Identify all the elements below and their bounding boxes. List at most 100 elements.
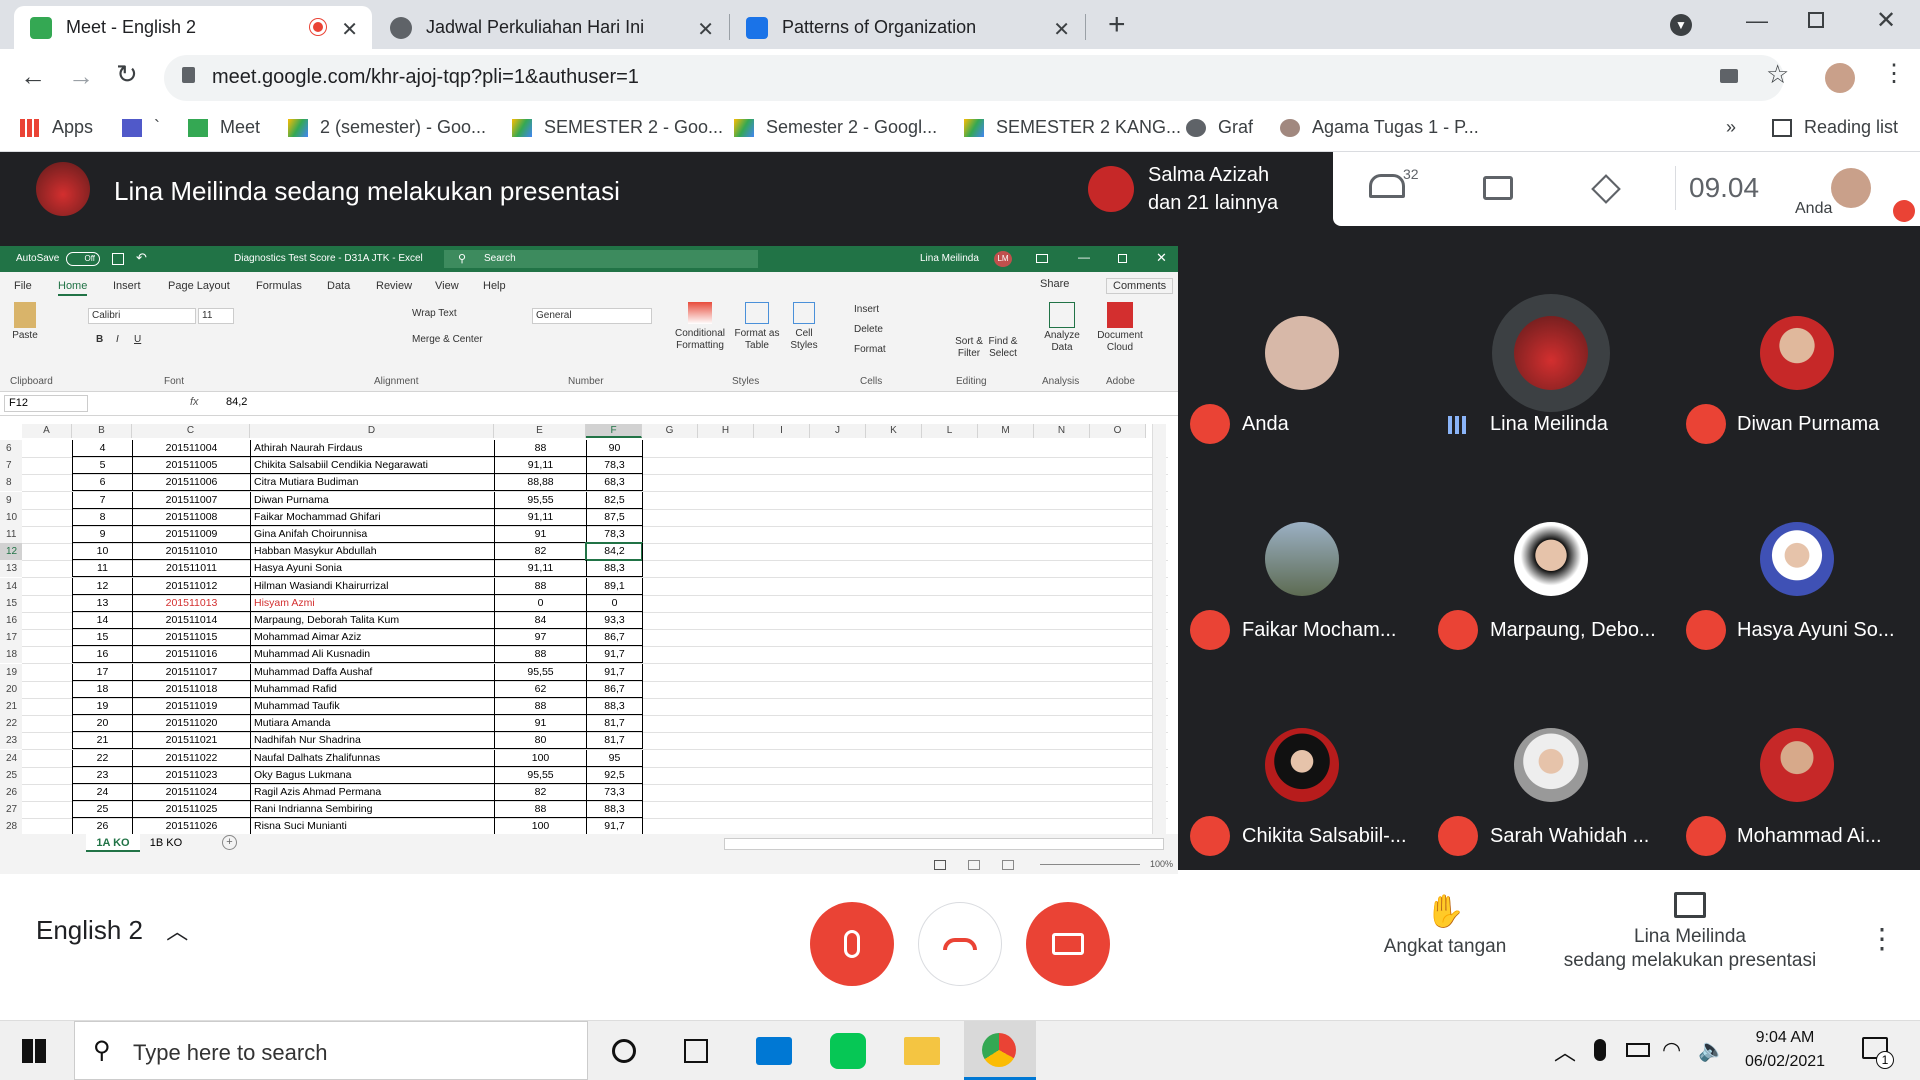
row-header[interactable]: 20 [0,680,22,698]
volume-icon[interactable]: 🔈 [1698,1037,1725,1063]
user-initials-avatar[interactable]: LM [994,251,1012,267]
table-cell[interactable]: 91,11 [494,457,586,475]
column-header[interactable]: H [698,424,754,438]
bookmark-apps[interactable]: Apps [20,117,93,138]
table-cell[interactable]: 201511026 [132,818,250,836]
column-header[interactable]: K [866,424,922,438]
save-icon[interactable] [112,253,124,265]
row-header[interactable]: 6 [0,440,22,457]
table-cell[interactable]: 88,3 [586,801,642,819]
table-cell[interactable]: 68,3 [586,474,642,492]
ribbon-tab[interactable]: Help [483,280,506,292]
table-cell[interactable]: 91,11 [494,560,586,578]
table-cell[interactable]: Hilman Wasiandi Khairurrizal [250,577,494,595]
row-header[interactable]: 8 [0,474,22,492]
table-cell[interactable]: 201511005 [132,457,250,475]
table-cell[interactable]: 201511008 [132,508,250,526]
row-header[interactable]: 13 [0,560,22,578]
table-cell[interactable]: 201511013 [132,594,250,612]
spreadsheet-grid[interactable]: A B C D E F G H I J K L M N O 6 4 201511004 Athirah Naurah… [0,424,1168,837]
menu-icon[interactable]: ⋮ [1882,59,1906,88]
table-cell[interactable]: Muhammad Ali Kusnadin [250,646,494,664]
table-cell[interactable]: Mutiara Amanda [250,715,494,733]
ribbon-tab[interactable]: Insert [113,280,141,292]
chat-icon[interactable] [1483,176,1513,200]
raise-hand-button[interactable]: ✋ Angkat tangan [1370,892,1520,958]
bookmark-drive-4[interactable]: SEMESTER 2 KANG... [964,117,1181,138]
formula-input[interactable]: 84,2 [226,396,247,408]
reload-icon[interactable]: ↻ [116,59,138,90]
column-header[interactable]: C [132,424,250,438]
table-cell[interactable]: 19 [72,698,132,715]
bookmark-drive-2[interactable]: SEMESTER 2 - Goo... [512,117,723,138]
table-cell[interactable]: 89,1 [586,577,642,595]
battery-icon[interactable] [1626,1043,1650,1057]
insert-cells-button[interactable]: Insert [854,304,879,315]
table-cell[interactable]: 88,88 [494,474,586,492]
table-cell[interactable]: 201511010 [132,543,250,561]
sort-filter-button[interactable]: Sort & Filter [954,336,984,360]
search-box[interactable]: ⚲ Search [444,250,758,268]
tray-chevron-icon[interactable]: ︿ [1554,1035,1576,1067]
column-header[interactable]: E [494,424,586,438]
table-cell[interactable]: 201511012 [132,577,250,595]
microphone-icon[interactable] [1594,1039,1606,1061]
merge-center-button[interactable]: Merge & Center [412,334,483,345]
wifi-icon[interactable]: ◠ [1662,1037,1681,1063]
column-header[interactable]: L [922,424,978,438]
table-cell[interactable]: 88 [494,698,586,715]
close-tab-icon[interactable]: ✕ [697,17,714,42]
cell-styles-button[interactable]: Cell Styles [784,302,824,352]
table-cell[interactable]: 201511007 [132,491,250,509]
restore-button[interactable] [1808,12,1824,28]
table-cell[interactable]: 9 [72,526,132,543]
row-header[interactable]: 11 [0,526,22,543]
column-header[interactable]: A [22,424,72,438]
page-break-view-icon[interactable] [1002,860,1014,870]
table-cell[interactable]: 84 [494,612,586,629]
cortana-icon[interactable] [612,1039,636,1063]
row-header[interactable]: 28 [0,818,22,836]
mic-toggle-button[interactable] [810,902,894,986]
tab-jadwal[interactable]: Jadwal Perkuliahan Hari Ini ✕ [374,6,728,49]
minimize-button[interactable]: — [1746,8,1768,34]
table-cell[interactable]: 82 [494,543,586,561]
font-name-select[interactable]: Calibri [88,308,196,324]
table-cell[interactable]: Mohammad Aimar Aziz [250,629,494,647]
task-view-icon[interactable] [684,1039,708,1063]
table-cell[interactable]: 95,55 [494,766,586,784]
column-header[interactable]: D [250,424,494,438]
row-header[interactable]: 7 [0,457,22,475]
table-cell[interactable]: 201511015 [132,629,250,647]
tab-search-icon[interactable]: ▼ [1670,14,1692,36]
table-cell[interactable]: 24 [72,784,132,801]
table-cell[interactable]: 26 [72,818,132,836]
omnibox[interactable]: meet.google.com/khr-ajoj-tqp?pli=1&authu… [164,55,1784,101]
table-cell[interactable]: 95,55 [494,663,586,681]
back-icon[interactable]: ← [20,61,46,92]
close-tab-icon[interactable]: ✕ [341,17,358,42]
table-cell[interactable]: 201511016 [132,646,250,664]
table-cell[interactable]: 201511004 [132,440,250,457]
bookmark-drive-3[interactable]: Semester 2 - Googl... [734,117,937,138]
table-cell[interactable]: 201511006 [132,474,250,492]
table-cell[interactable]: Gina Anifah Choirunnisa [250,526,494,543]
tab-patterns[interactable]: Patterns of Organization ✕ [730,6,1084,49]
table-cell[interactable]: 88,3 [586,560,642,578]
table-cell[interactable]: 100 [494,749,586,767]
table-cell[interactable]: 0 [494,594,586,612]
paste-button[interactable]: Paste [10,302,40,341]
add-sheet-icon[interactable]: + [222,835,237,850]
row-header[interactable]: 26 [0,784,22,801]
table-cell[interactable]: Habban Masykur Abdullah [250,543,494,561]
format-as-table-button[interactable]: Format as Table [732,302,782,352]
row-header[interactable]: 9 [0,491,22,509]
table-cell[interactable]: 88 [494,577,586,595]
table-cell[interactable]: 91,11 [494,508,586,526]
activities-icon[interactable] [1591,174,1621,204]
undo-icon[interactable]: ↶ [136,250,147,266]
table-cell[interactable]: 91,7 [586,646,642,664]
table-cell[interactable]: Ragil Azis Ahmad Permana [250,784,494,801]
table-cell[interactable]: 201511022 [132,749,250,767]
table-cell[interactable]: 86,7 [586,680,642,698]
